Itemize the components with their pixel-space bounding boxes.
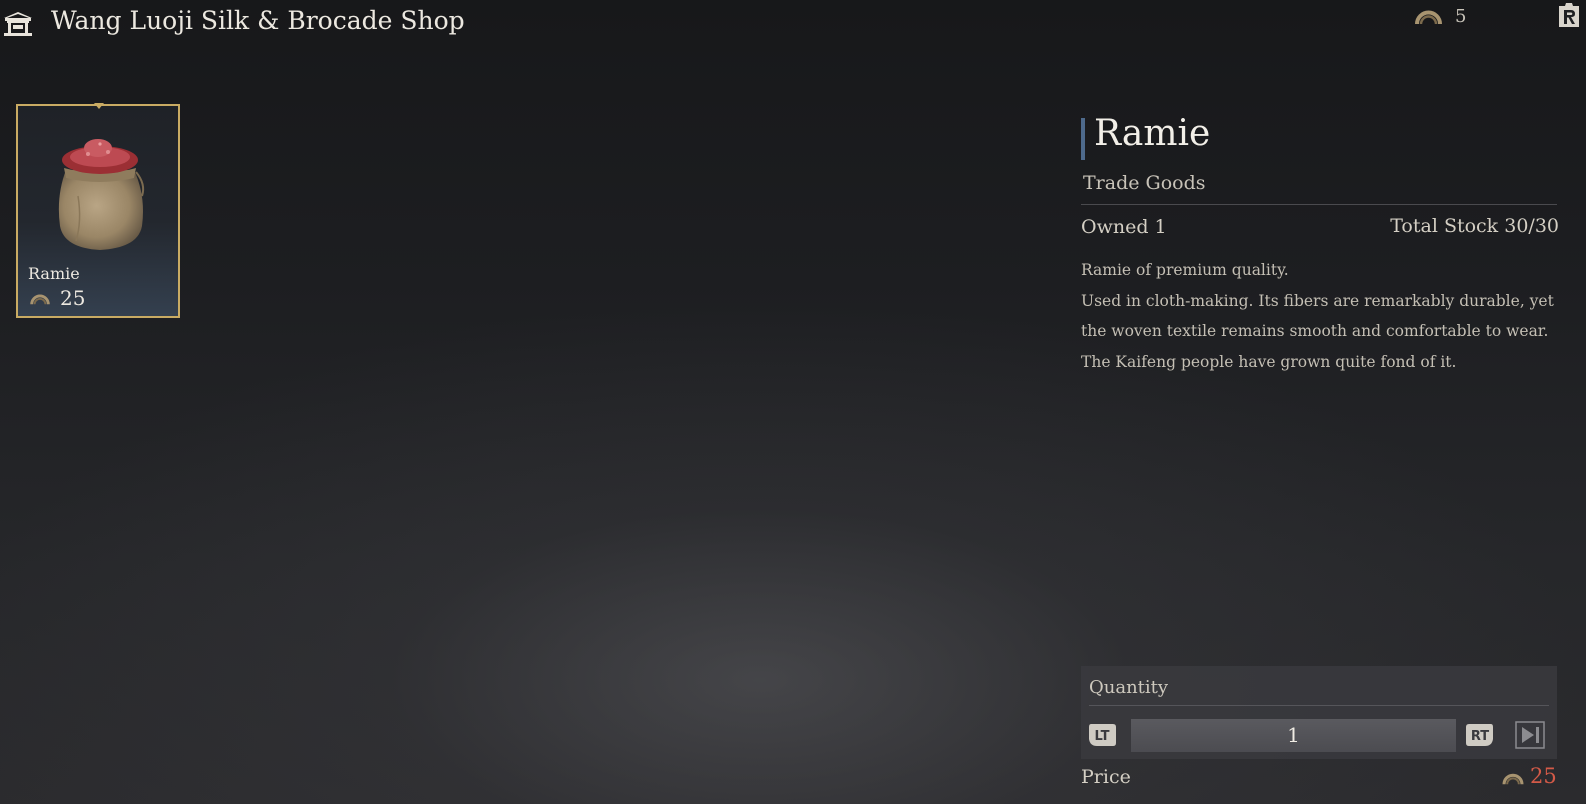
item-description: Ramie of premium quality. Used in cloth-…	[1081, 255, 1559, 377]
item-category: Trade Goods	[1083, 172, 1206, 194]
description-line: Ramie of premium quality.	[1081, 261, 1289, 279]
item-card-ramie[interactable]: Ramie 25	[16, 103, 180, 318]
quantity-label: Quantity	[1089, 677, 1169, 698]
currency-coin-icon	[1502, 773, 1524, 785]
max-quantity-icon[interactable]	[1515, 721, 1545, 749]
rt-increase-button[interactable]: RT	[1465, 722, 1495, 748]
item-detail-panel: Ramie Trade Goods Owned 1 Total Stock 30…	[1081, 110, 1559, 410]
owned-count: Owned 1	[1081, 216, 1167, 238]
total-stock: Total Stock 30/30	[1390, 215, 1559, 237]
lt-decrease-button[interactable]: LT	[1087, 722, 1117, 748]
shop-title: Wang Luoji Silk & Brocade Shop	[51, 6, 465, 35]
price-label: Price	[1081, 766, 1131, 788]
price-amount: 25	[1530, 764, 1557, 788]
lt-label: LT	[1095, 729, 1110, 744]
divider	[1081, 204, 1557, 205]
description-line: the woven textile remains smooth and com…	[1081, 322, 1549, 340]
title-accent-bar	[1081, 118, 1085, 160]
currency-coin-icon	[30, 294, 50, 305]
card-item-name: Ramie	[28, 264, 80, 283]
selection-marker	[94, 103, 104, 109]
total-price: 25	[1502, 764, 1562, 790]
quantity-panel: Quantity LT 1 RT	[1081, 666, 1557, 759]
divider	[1089, 705, 1549, 706]
ramie-sack-icon	[58, 139, 145, 250]
r-button-icon[interactable]	[1556, 2, 1582, 30]
currency-display: 5	[1415, 5, 1475, 29]
currency-amount: 5	[1455, 6, 1467, 27]
rt-label: RT	[1471, 729, 1489, 744]
quantity-input[interactable]: 1	[1131, 719, 1456, 752]
card-price-amount: 25	[60, 286, 86, 310]
shop-header: Wang Luoji Silk & Brocade Shop 5	[0, 0, 1586, 50]
shop-icon	[4, 12, 32, 36]
description-line: The Kaifeng people have grown quite fond…	[1081, 352, 1457, 371]
item-title: Ramie	[1094, 113, 1211, 154]
card-item-price: 25	[30, 286, 110, 310]
description-line: Used in cloth-making. Its fibers are rem…	[1081, 291, 1554, 310]
currency-coin-icon	[1415, 10, 1442, 25]
